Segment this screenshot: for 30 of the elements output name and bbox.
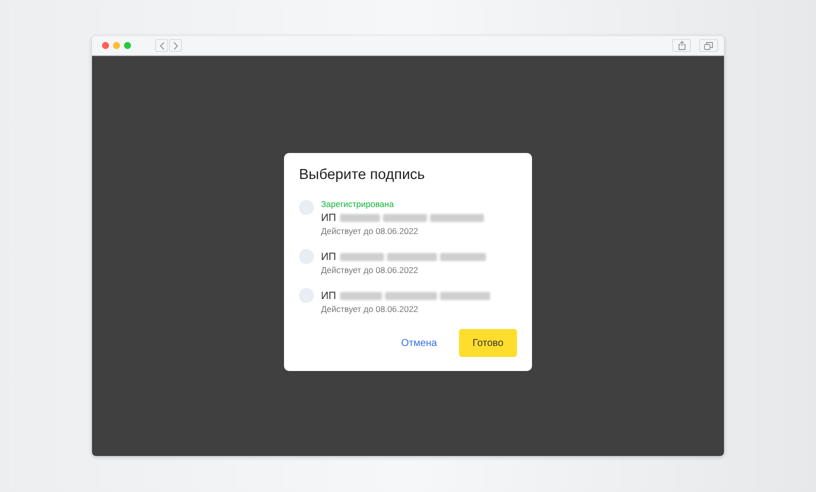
redacted-text — [430, 214, 484, 222]
validity-date: Действует до 08.06.2022 — [321, 264, 418, 276]
done-button[interactable]: Готово — [459, 329, 517, 357]
owner-name: ИП — [321, 212, 336, 224]
maximize-button[interactable] — [124, 42, 131, 49]
redacted-text — [440, 292, 490, 300]
chevron-left-icon — [158, 42, 164, 50]
owner-name: ИП — [321, 290, 336, 302]
redacted-text — [383, 214, 428, 222]
owner-name: ИП — [321, 250, 336, 262]
chevron-right-icon — [172, 42, 178, 50]
close-button[interactable] — [102, 42, 109, 49]
redacted-text — [385, 292, 438, 300]
tabs-icon — [704, 42, 713, 50]
validity-date: Действует до 08.06.2022 — [321, 225, 418, 237]
status-label: Зарегистрирована — [321, 199, 394, 210]
cancel-button[interactable]: Отмена — [401, 338, 437, 348]
validity-date: Действует до 08.06.2022 — [321, 303, 418, 315]
tabs-button[interactable] — [699, 39, 718, 52]
redacted-text — [340, 214, 380, 222]
back-button[interactable] — [155, 39, 168, 52]
minimize-button[interactable] — [113, 42, 120, 49]
dialog-title: Выберите подпись — [299, 167, 426, 183]
forward-button[interactable] — [169, 39, 182, 52]
redacted-text — [340, 252, 384, 260]
share-button[interactable] — [672, 39, 691, 52]
redacted-text — [440, 252, 486, 260]
redacted-text — [387, 252, 438, 260]
share-icon — [678, 41, 686, 50]
redacted-text — [340, 292, 382, 300]
